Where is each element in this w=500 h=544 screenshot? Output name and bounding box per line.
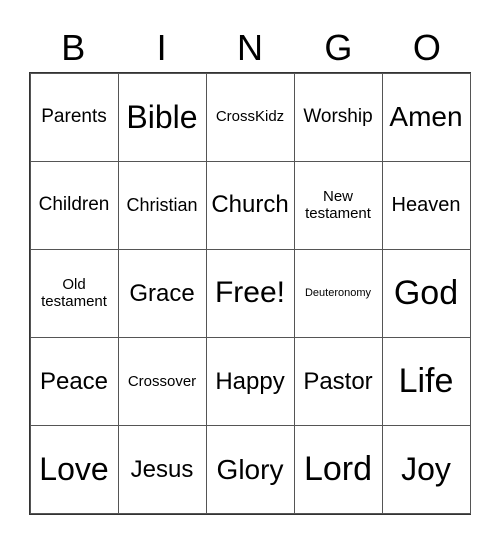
bingo-cell[interactable]: Glory [205, 425, 295, 515]
bingo-cell[interactable]: Pastor [293, 337, 383, 427]
bingo-grid: Parents Bible CrossKidz Worship Amen Children… [29, 72, 471, 515]
header-letter-g: G [324, 27, 353, 68]
bingo-cell[interactable]: Bible [117, 72, 207, 162]
bingo-cell[interactable]: Life [381, 337, 471, 427]
bingo-cell[interactable]: CrossKidz [205, 72, 295, 162]
bingo-cell[interactable]: Grace [117, 248, 207, 339]
header-letter-b: B [61, 27, 86, 68]
bingo-cell[interactable]: Happy [205, 337, 295, 427]
header-letter-i: I [156, 27, 167, 68]
bingo-cell[interactable]: Lord [293, 425, 383, 515]
bingo-cell[interactable]: Parents [29, 72, 119, 162]
bingo-cell[interactable]: Christian [117, 160, 207, 250]
bingo-cell[interactable]: Peace [29, 337, 119, 427]
bingo-cell[interactable]: Deuteronomy [293, 248, 383, 339]
bingo-cell[interactable]: Worship [293, 72, 383, 162]
bingo-header: B I N G O [29, 26, 471, 70]
bingo-cell[interactable]: Love [29, 425, 119, 515]
bingo-cell[interactable]: Old testament [29, 248, 119, 339]
bingo-cell[interactable]: Church [205, 160, 295, 250]
bingo-cell[interactable]: Joy [381, 425, 471, 515]
bingo-cell[interactable]: Free! [205, 248, 295, 339]
bingo-cell[interactable]: Amen [381, 72, 471, 162]
bingo-cell[interactable]: Children [29, 160, 119, 250]
bingo-cell[interactable]: Heaven [381, 160, 471, 250]
header-letter-o: O [412, 27, 441, 68]
header-letter-n: N [237, 27, 264, 68]
bingo-cell[interactable]: New testament [293, 160, 383, 250]
bingo-cell[interactable]: Jesus [117, 425, 207, 515]
bingo-cell[interactable]: God [381, 248, 471, 339]
bingo-cell[interactable]: Crossover [117, 337, 207, 427]
